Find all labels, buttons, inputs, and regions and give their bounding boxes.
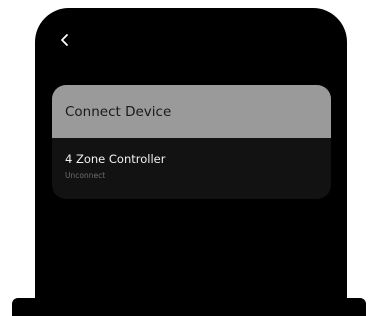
device-list-item[interactable]: 4 Zone Controller Unconnect [52,138,331,180]
chevron-left-icon [61,34,68,46]
bottom-bar [12,298,366,316]
card-title: Connect Device [65,103,172,120]
connect-device-card: Connect Device 4 Zone Controller Unconne… [52,85,331,199]
card-header: Connect Device [52,85,331,138]
back-button[interactable] [53,28,77,52]
phone-screen: Connect Device 4 Zone Controller Unconne… [35,8,347,316]
device-status: Unconnect [65,171,106,180]
device-name: 4 Zone Controller [65,152,166,166]
